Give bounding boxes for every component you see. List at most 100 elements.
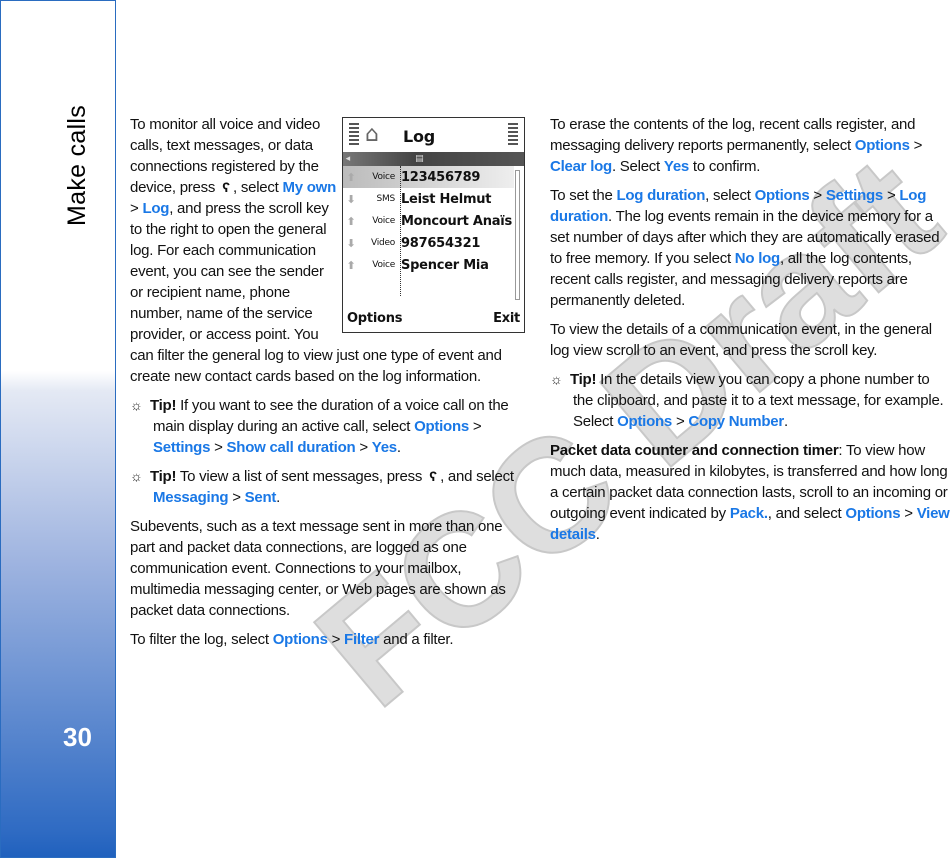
text-run: > [228, 489, 245, 506]
text-run: > [883, 187, 900, 204]
phone-navi-bar: ◂ ▤ [343, 152, 524, 166]
section-title: Make calls [63, 104, 91, 226]
log-entry-type: Voice [372, 259, 395, 270]
text-run: . Select [611, 158, 664, 175]
tip-paragraph: ☼ Tip! To view a list of sent messages, p… [130, 466, 524, 508]
log-entry-type: Voice [372, 215, 395, 226]
menu-path-term: My own [282, 179, 336, 196]
menu-path-term: Options [854, 137, 910, 154]
outgoing-arrow-icon: ⬆ [346, 170, 356, 184]
text-run: To set the [550, 187, 617, 204]
log-entry: ⬆ Voice Spencer Mia [343, 254, 524, 276]
battery-icon [508, 123, 518, 147]
menu-key-icon: ʕ [429, 468, 437, 484]
exit-softkey: Exit [493, 311, 520, 326]
text-run: to confirm. [689, 158, 761, 175]
text-run: > [809, 187, 826, 204]
menu-path-term: Options [617, 413, 673, 430]
body-paragraph: To filter the log, select Options > Filt… [130, 629, 524, 650]
text-run: and a filter. [379, 631, 454, 648]
text-run: To view a list of sent messages, press [176, 468, 427, 485]
log-entry: ⬇ Video 987654321 [343, 232, 524, 254]
menu-path-term: Sent [244, 489, 277, 506]
phone-screen-title: Log [403, 127, 435, 146]
bold-label: Tip! [150, 397, 177, 414]
text-run: > [468, 418, 482, 435]
tip-paragraph: ☼ Tip! If you want to see the duration of… [130, 395, 524, 458]
incoming-arrow-icon: ⬇ [346, 236, 356, 250]
tip-lightbulb-icon: ☼ [130, 397, 143, 413]
log-entry-name: Moncourt Anaïs [401, 213, 512, 229]
text-run: > [130, 200, 143, 217]
tip-paragraph: ☼ Tip! In the details view you can copy a… [550, 369, 950, 432]
menu-path-term: Yes [663, 158, 690, 175]
outgoing-arrow-icon: ⬆ [346, 214, 356, 228]
menu-key-icon: ʕ [222, 179, 230, 195]
menu-path-term: Log duration [616, 187, 706, 204]
text-run: , select [705, 187, 755, 204]
menu-path-term: Options [845, 505, 901, 522]
log-entry-name: 123456789 [401, 169, 481, 185]
phone-header: ⌂ Log [343, 118, 524, 152]
scrollbar [515, 170, 520, 300]
menu-path-term: Copy Number [688, 413, 784, 430]
text-run: . [595, 526, 600, 543]
options-softkey: Options [347, 311, 403, 326]
log-app-icon: ⌂ [365, 122, 379, 147]
log-entry: ⬆ Voice 123456789 [343, 166, 514, 188]
menu-path-term: Options [414, 418, 469, 435]
log-entry-type: Video [371, 237, 395, 248]
menu-path-term: Yes [371, 439, 397, 456]
text-run: > [672, 413, 689, 430]
text-run: . [783, 413, 788, 430]
body-paragraph: Subevents, such as a text message sent i… [130, 516, 524, 621]
tip-lightbulb-icon: ☼ [130, 468, 143, 484]
chapter-sidebar: Make calls 30 [0, 0, 116, 858]
left-column: ⌂ Log ◂ ▤ ⬆ Voice 123456789 ⬇ SMS Leist Helmu… [130, 114, 525, 658]
bold-label: Tip! [150, 468, 177, 485]
menu-path-term: Options [754, 187, 810, 204]
incoming-arrow-icon: ⬇ [346, 192, 356, 206]
text-run: Subevents, such as a text message sent i… [130, 518, 506, 619]
log-entry-type: SMS [376, 193, 396, 204]
body-paragraph: Packet data counter and connection timer… [550, 440, 950, 545]
body-paragraph: To view the details of a communication e… [550, 319, 950, 361]
log-entry-name: 987654321 [401, 235, 481, 251]
bold-label: Packet data counter and connection timer [550, 442, 839, 459]
text-run: To view the details of a communication e… [550, 321, 932, 359]
menu-path-term: Options [272, 631, 328, 648]
menu-path-term: Clear log [550, 158, 612, 175]
menu-path-term: Pack. [729, 505, 768, 522]
text-run: To filter the log, select [130, 631, 273, 648]
menu-path-term: Show call duration [226, 439, 356, 456]
log-entry-type: Voice [372, 171, 395, 182]
text-run: > [355, 439, 372, 456]
text-run: > [327, 631, 345, 648]
menu-path-term: Settings [825, 187, 884, 204]
text-run: > [210, 439, 227, 456]
log-entry-name: Leist Helmut [401, 191, 492, 207]
log-entry: ⬇ SMS Leist Helmut [343, 188, 524, 210]
body-paragraph: To erase the contents of the log, recent… [550, 114, 950, 177]
text-run: . [396, 439, 401, 456]
menu-path-term: Log [142, 200, 170, 217]
text-run: > [900, 505, 917, 522]
text-run: , and select [767, 505, 846, 522]
tip-lightbulb-icon: ☼ [550, 371, 563, 387]
page-number: 30 [63, 722, 92, 752]
log-list: ⬆ Voice 123456789 ⬇ SMS Leist Helmut ⬆ Voice Mon… [343, 166, 524, 308]
log-entry-name: Spencer Mia [401, 257, 489, 273]
body-paragraph: To set the Log duration, select Options … [550, 185, 950, 311]
menu-path-term: Messaging [153, 489, 229, 506]
column-divider [400, 166, 401, 296]
softkeys: Options Exit [343, 308, 524, 329]
log-entry: ⬆ Voice Moncourt Anaïs [343, 210, 524, 232]
signal-strength-icon [349, 123, 359, 147]
menu-path-term: Filter [344, 631, 380, 648]
text-run: . [276, 489, 281, 506]
menu-path-term: Settings [153, 439, 211, 456]
phone-log-screenshot: ⌂ Log ◂ ▤ ⬆ Voice 123456789 ⬇ SMS Leist Helmu… [342, 117, 525, 333]
right-column: To erase the contents of the log, recent… [550, 114, 950, 553]
outgoing-arrow-icon: ⬆ [346, 258, 356, 272]
bold-label: Tip! [570, 371, 597, 388]
